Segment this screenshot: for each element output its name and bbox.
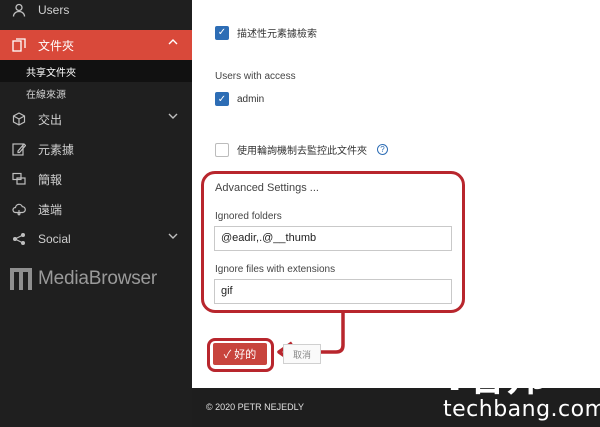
advanced-settings-title[interactable]: Advanced Settings ... xyxy=(215,182,319,194)
share-icon xyxy=(10,230,28,248)
sidebar-subitem-shared-folders[interactable]: 共享文件夾 xyxy=(0,60,192,82)
ignored-folders-label: Ignored folders xyxy=(215,211,282,222)
ignored-folders-input[interactable]: @eadir,.@__thumb xyxy=(214,226,452,251)
cube-icon xyxy=(10,110,28,128)
mediabrowser-logo: MediaBrowser xyxy=(10,268,157,290)
sidebar-item-label: 簡報 xyxy=(38,172,63,187)
sidebar-item-label: Social xyxy=(38,232,71,246)
chevron-up-icon xyxy=(168,38,178,49)
help-icon[interactable]: ? xyxy=(377,144,388,155)
watermark-logo-text: T客邦 xyxy=(441,354,546,400)
sidebar-item-label: Users xyxy=(38,3,70,17)
descriptive-search-row: ✓ 描述性元素據檢索 xyxy=(215,25,317,40)
brand-name: MediaBrowser xyxy=(38,268,158,289)
sidebar-item-label: 交出 xyxy=(38,112,63,127)
techbang-watermark: T客邦 techbang.com xyxy=(441,354,600,425)
sidebar-item-export[interactable]: 交出 xyxy=(0,104,192,134)
ok-button[interactable]: ✓ 好的 xyxy=(213,343,267,365)
admin-checkbox[interactable]: ✓ xyxy=(215,92,229,106)
mediabrowser-logo-icon xyxy=(10,268,32,290)
sidebar-item-metadata[interactable]: 元素據 xyxy=(0,134,192,164)
edit-icon xyxy=(10,140,28,158)
sidebar-item-remote[interactable]: 遠端 xyxy=(0,194,192,224)
chevron-down-icon xyxy=(168,232,178,243)
ignore-extensions-input[interactable]: gif xyxy=(214,279,452,304)
cloud-icon xyxy=(10,200,28,218)
watermark-domain: techbang.com xyxy=(443,397,600,422)
polling-checkbox[interactable] xyxy=(215,142,229,157)
sidebar-item-folders[interactable]: 文件夾 xyxy=(0,30,192,60)
sidebar-item-label: 元素據 xyxy=(38,142,75,157)
folders-icon xyxy=(10,36,28,54)
chevron-down-icon xyxy=(168,112,178,123)
sidebar-subitem-online-sources[interactable]: 在線來源 xyxy=(0,82,192,104)
polling-monitor-row: 使用輪詢機制去監控此文件夾 ? xyxy=(215,142,388,157)
admin-label: admin xyxy=(237,93,265,105)
users-with-access-label: Users with access xyxy=(215,71,296,82)
sidebar-item-users[interactable]: Users xyxy=(0,0,192,20)
sidebar-item-social[interactable]: Social xyxy=(0,224,192,254)
copyright-text: © 2020 PETR NEJEDLY xyxy=(206,402,305,412)
sidebar-item-label: 文件夾 xyxy=(38,38,75,53)
sidebar-item-briefing[interactable]: 簡報 xyxy=(0,164,192,194)
descriptive-search-label: 描述性元素據檢索 xyxy=(237,29,317,40)
admin-access-row: ✓ admin xyxy=(215,92,264,106)
sidebar-item-label: 遠端 xyxy=(38,202,63,217)
user-icon xyxy=(10,1,28,19)
polling-label: 使用輪詢機制去監控此文件夾 xyxy=(237,146,367,157)
ignore-extensions-label: Ignore files with extensions xyxy=(215,264,336,275)
cancel-button[interactable]: 取消 xyxy=(283,344,321,364)
chat-icon xyxy=(10,170,28,188)
descriptive-search-checkbox[interactable]: ✓ xyxy=(215,25,229,40)
sidebar: Users 文件夾 共享文件夾 在線來源 交出 元素據 簡報 遠端 Social… xyxy=(0,0,192,427)
